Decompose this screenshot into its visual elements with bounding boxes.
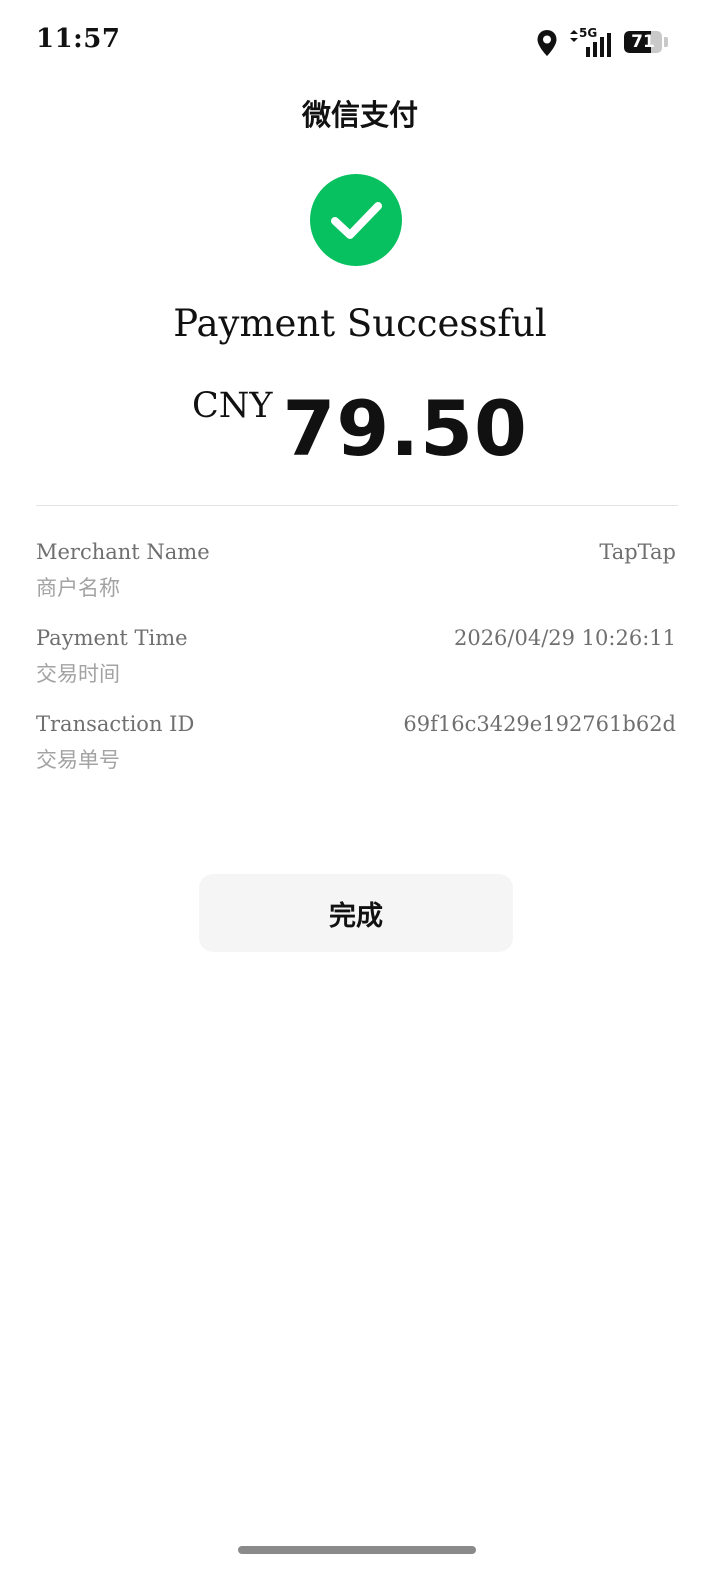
detail-row-merchant: Merchant Name 商户名称 TapTap	[36, 536, 678, 622]
amount-display: CNY 79.50	[0, 384, 720, 473]
signal-indicator: 5G	[570, 26, 612, 57]
amount-value: 79.50	[282, 384, 528, 473]
location-icon	[537, 30, 557, 56]
result-title: Payment Successful	[173, 302, 547, 345]
detail-value: TapTap	[599, 540, 676, 564]
divider	[36, 505, 678, 506]
detail-label-cn: 交易时间	[36, 662, 120, 686]
status-bar: 11:57 5G 71	[0, 0, 720, 86]
battery-nub	[664, 37, 668, 47]
home-indicator[interactable]	[238, 1546, 476, 1554]
payment-details: Merchant Name 商户名称 TapTap Payment Time 交…	[36, 536, 678, 794]
status-icons: 5G 71	[536, 26, 668, 58]
done-button[interactable]: 完成	[199, 874, 513, 952]
detail-label-cn: 交易单号	[36, 748, 120, 772]
detail-row-transaction-id: Transaction ID 交易单号 69f16c3429e192761b62…	[36, 708, 678, 794]
data-arrows-icon	[570, 30, 578, 42]
battery-level-label: 71	[631, 32, 655, 52]
page-title: 微信支付	[301, 98, 418, 132]
detail-value: 69f16c3429e192761b62d	[403, 712, 676, 736]
detail-label: Transaction ID	[36, 712, 195, 736]
check-circle-icon	[310, 174, 402, 266]
detail-label-cn: 商户名称	[36, 576, 120, 600]
signal-bars-icon	[586, 33, 611, 57]
detail-row-payment-time: Payment Time 交易时间 2026/04/29 10:26:11	[36, 622, 678, 708]
status-time: 11:57	[36, 24, 121, 54]
amount-currency: CNY	[192, 386, 273, 426]
detail-label: Merchant Name	[36, 540, 210, 564]
battery-indicator: 71	[624, 31, 668, 55]
detail-label: Payment Time	[36, 626, 188, 650]
detail-value: 2026/04/29 10:26:11	[453, 626, 676, 650]
